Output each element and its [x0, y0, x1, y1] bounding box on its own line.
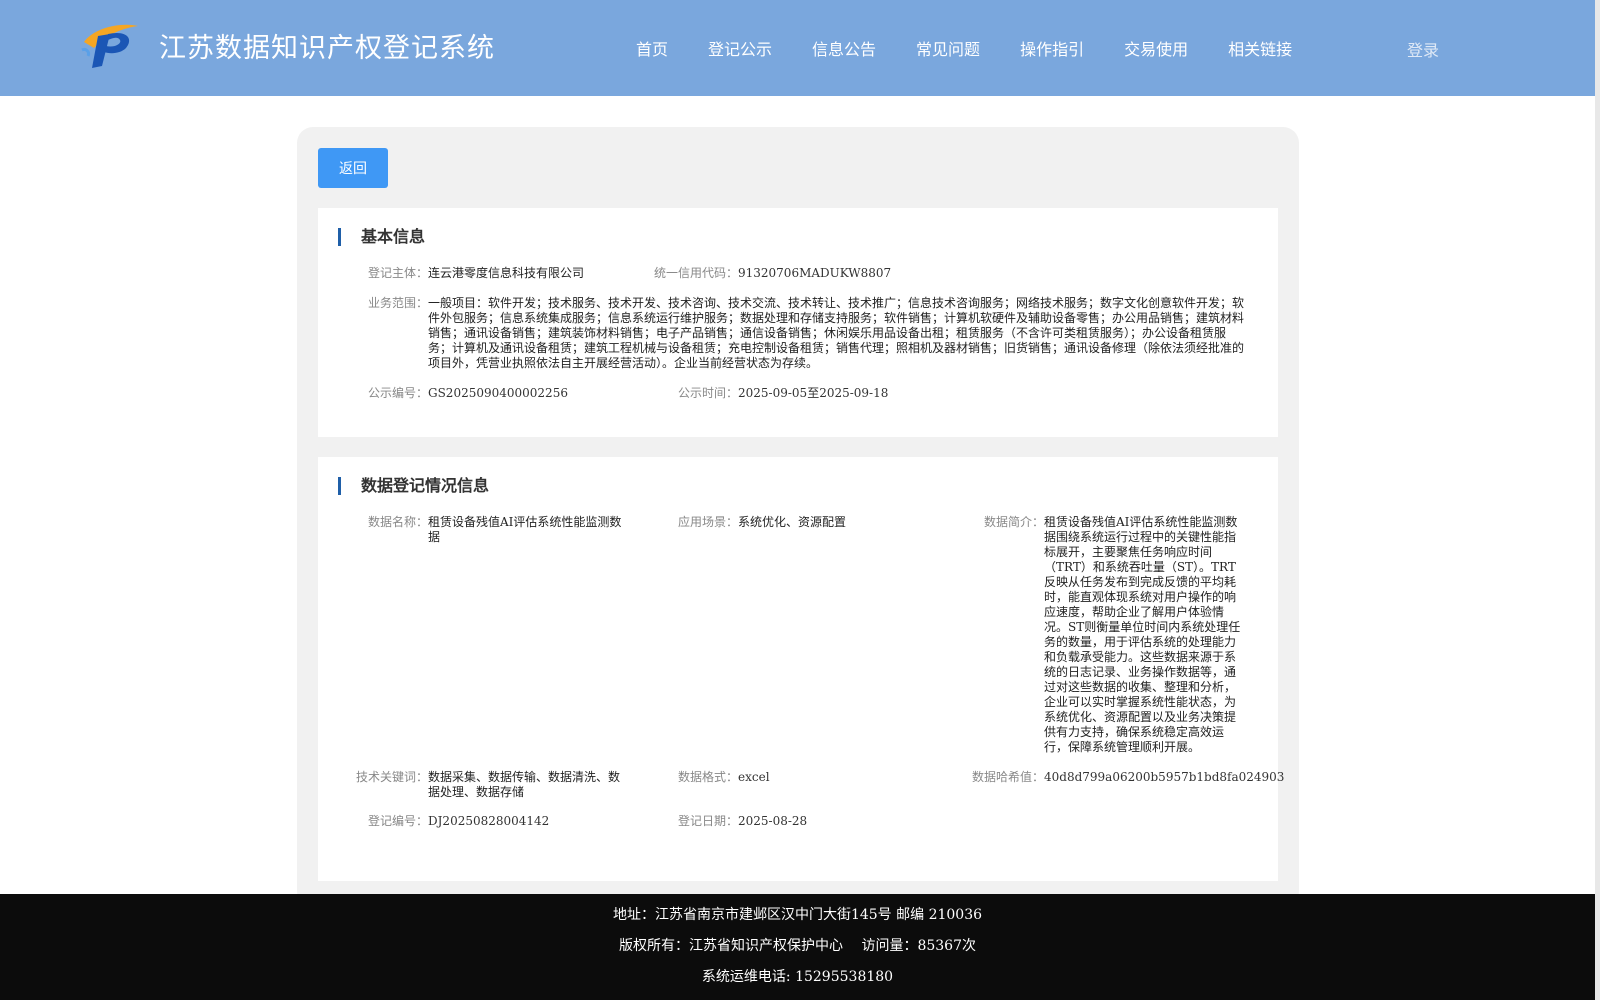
field-label: 登记编号：: [367, 814, 428, 828]
main-nav: 首页 登记公示 信息公告 常见问题 操作指引 交易使用 相关链接: [636, 36, 1332, 60]
site-footer: 地址：江苏省南京市建邺区汉中门大街145号 邮编 210036 版权所有：江苏省…: [0, 894, 1595, 1000]
field-label: 数据格式：: [677, 770, 738, 784]
ip-logo-icon[interactable]: [80, 20, 140, 70]
format-value: excel: [738, 770, 770, 784]
field-label: 统一信用代码：: [653, 266, 738, 280]
page-scrollbar[interactable]: [1595, 0, 1600, 1000]
back-button[interactable]: 返回: [318, 148, 388, 188]
section-title: 基本信息: [338, 228, 425, 246]
field-label: 业务范围：: [367, 296, 428, 310]
field-label: 数据哈希值：: [971, 770, 1044, 784]
footer-address: 地址：江苏省南京市建邺区汉中门大街145号 邮编 210036: [612, 907, 983, 923]
registration-number-value: DJ20250828004142: [428, 814, 550, 828]
field-label: 公示编号：: [367, 386, 428, 400]
field-label: 技术关键词：: [355, 770, 428, 784]
scene-value: 系统优化、资源配置: [738, 515, 847, 529]
field-label: 登记日期：: [677, 814, 738, 828]
basic-info-card: 基本信息 登记主体： 连云港零度信息科技有限公司 统一信用代码： 9132070…: [318, 208, 1278, 437]
hash-value: 40d8d799a06200b5957b1bd8fa024903: [1044, 770, 1285, 784]
site-title: 江苏数据知识产权登记系统: [159, 33, 495, 64]
footer-copyright: 版权所有：江苏省知识产权保护中心 访问量：85367次: [619, 938, 976, 954]
nav-home[interactable]: 首页: [636, 36, 668, 60]
data-registration-card: 数据登记情况信息 数据名称： 租赁设备残值AI评估系统性能监测数据 应用场景： …: [318, 457, 1285, 881]
site-header: 江苏数据知识产权登记系统 首页 登记公示 信息公告 常见问题 操作指引 交易使用…: [0, 0, 1595, 96]
credit-code-value: 91320706MADUKW8807: [738, 266, 892, 280]
field-label: 数据名称：: [367, 515, 428, 529]
section-title: 数据登记情况信息: [338, 477, 489, 495]
business-scope-value: 一般项目：软件开发；技术服务、技术开发、技术咨询、技术交流、技术转让、技术推广；…: [428, 296, 1245, 370]
detail-panel: 返回 基本信息 登记主体： 连云港零度信息科技有限公司 统一信用代码： 9132…: [297, 127, 1299, 907]
field-label: 公示时间：: [677, 386, 738, 400]
nav-registration-notice[interactable]: 登记公示: [708, 36, 772, 60]
field-label: 数据简介：: [983, 515, 1044, 529]
registration-date-value: 2025-08-28: [738, 814, 808, 828]
keywords-value: 数据采集、数据传输、数据清洗、数据处理、数据存储: [428, 770, 621, 799]
data-intro-value: 租赁设备残值AI评估系统性能监测数据围绕系统运行过程中的关键性能指标展开，主要聚…: [1044, 515, 1241, 754]
notice-time-value: 2025-09-05至2025-09-18: [738, 386, 889, 400]
data-name-value: 租赁设备残值AI评估系统性能监测数据: [428, 515, 622, 544]
field-label: 登记主体：: [367, 266, 428, 280]
nav-info-announcement[interactable]: 信息公告: [812, 36, 876, 60]
footer-phone: 系统运维电话: 15295538180: [701, 969, 894, 985]
nav-links[interactable]: 相关链接: [1228, 36, 1292, 60]
nav-trade-use[interactable]: 交易使用: [1124, 36, 1188, 60]
login-link[interactable]: 登录: [1407, 37, 1439, 61]
nav-guide[interactable]: 操作指引: [1020, 36, 1084, 60]
field-label: 应用场景：: [677, 515, 738, 529]
nav-faq[interactable]: 常见问题: [916, 36, 980, 60]
